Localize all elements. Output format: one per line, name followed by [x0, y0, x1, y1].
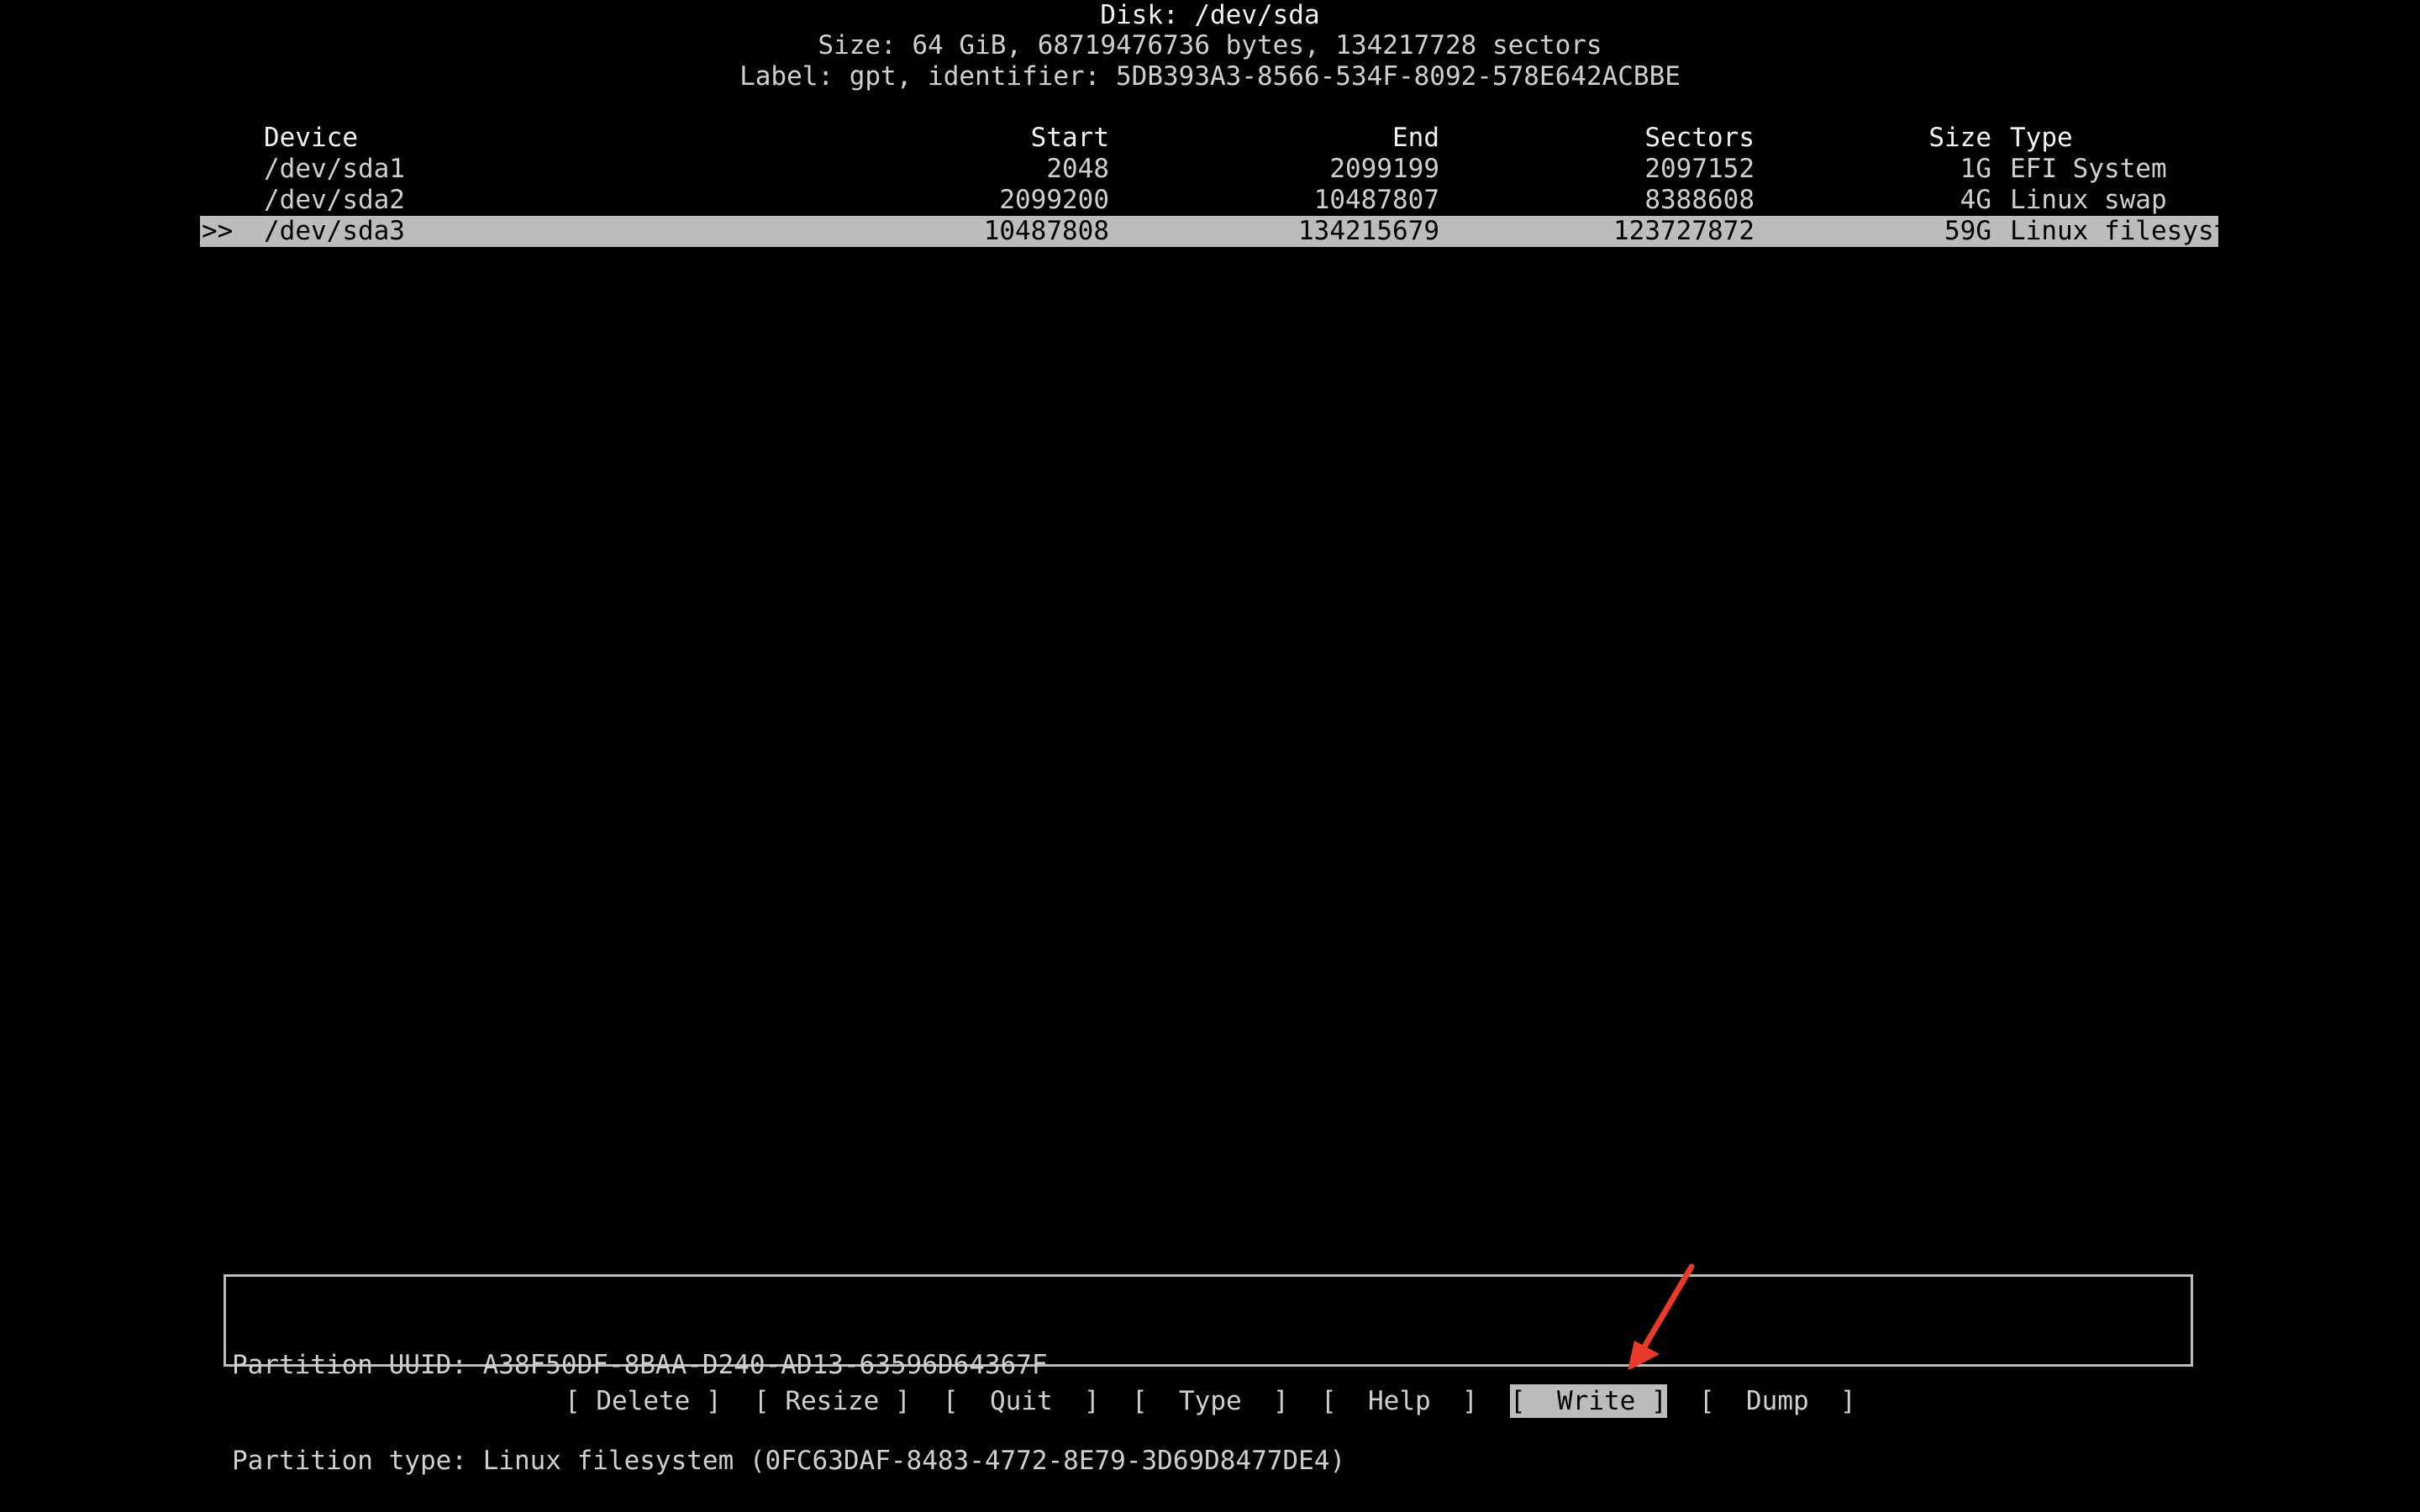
table-header-row: Device Start End Sectors Size Type	[200, 123, 2218, 154]
row-sectors: 123727872	[1613, 216, 1754, 246]
row-device: /dev/sda3	[264, 216, 405, 246]
row-start: 10487808	[983, 216, 1109, 246]
row-start: 2048	[1046, 154, 1109, 184]
resize-button[interactable]: [ Resize ]	[754, 1384, 911, 1418]
row-type: Linux filesystem	[2010, 216, 2261, 246]
dump-button[interactable]: [ Dump ]	[1699, 1384, 1856, 1418]
header-end: End	[1392, 123, 1439, 153]
row-device: /dev/sda2	[264, 185, 405, 215]
partition-type-info: Partition type: Linux filesystem (0FC63D…	[232, 1446, 1346, 1476]
row-end: 134215679	[1298, 216, 1439, 246]
row-size: 4G	[1960, 185, 1991, 215]
partition-table: Device Start End Sectors Size Type /dev/…	[200, 123, 2261, 247]
row-size: 59G	[1944, 216, 1991, 246]
row-sectors: 2097152	[1644, 154, 1754, 184]
red-arrow-annotation-icon	[1628, 1263, 1695, 1369]
header-start: Start	[1030, 123, 1109, 153]
delete-button[interactable]: [ Delete ]	[565, 1384, 722, 1418]
action-menu: [ Delete ] [ Resize ] [ Quit ] [ Type ] …	[0, 1384, 2420, 1418]
disk-label-info: Label: gpt, identifier: 5DB393A3-8566-53…	[739, 61, 1681, 92]
row-start: 2099200	[999, 185, 1109, 215]
row-sectors: 8388608	[1644, 185, 1754, 215]
disk-title: Disk: /dev/sda	[1100, 0, 1320, 30]
header-device: Device	[264, 123, 358, 153]
row-end: 2099199	[1329, 154, 1439, 184]
partition-uuid: Partition UUID: A38F50DF-8BAA-D240-AD13-…	[232, 1350, 1048, 1380]
row-selection-marker: >>	[202, 216, 234, 246]
table-row[interactable]: /dev/sda2 2099200 10487807 8388608 4G Li…	[200, 185, 2218, 216]
type-button[interactable]: [ Type ]	[1132, 1384, 1289, 1418]
row-type: Linux swap	[2010, 185, 2167, 215]
disk-size-info: Size: 64 GiB, 68719476736 bytes, 1342177…	[818, 30, 1602, 60]
table-row-selected[interactable]: >> /dev/sda3 10487808 134215679 12372787…	[200, 216, 2261, 247]
write-button[interactable]: [ Write ]	[1510, 1384, 1667, 1418]
row-type: EFI System	[2010, 154, 2167, 184]
quit-button[interactable]: [ Quit ]	[943, 1384, 1100, 1418]
row-end: 10487807	[1313, 185, 1439, 215]
help-button[interactable]: [ Help ]	[1321, 1384, 1478, 1418]
table-row[interactable]: /dev/sda1 2048 2099199 2097152 1G EFI Sy…	[200, 154, 2218, 185]
header-type: Type	[2010, 123, 2073, 153]
header-size: Size	[1928, 123, 1991, 153]
header-sectors: Sectors	[1644, 123, 1754, 153]
row-size: 1G	[1960, 154, 1991, 184]
partition-info-box: Partition UUID: A38F50DF-8BAA-D240-AD13-…	[224, 1274, 2193, 1476]
row-device: /dev/sda1	[264, 154, 405, 184]
